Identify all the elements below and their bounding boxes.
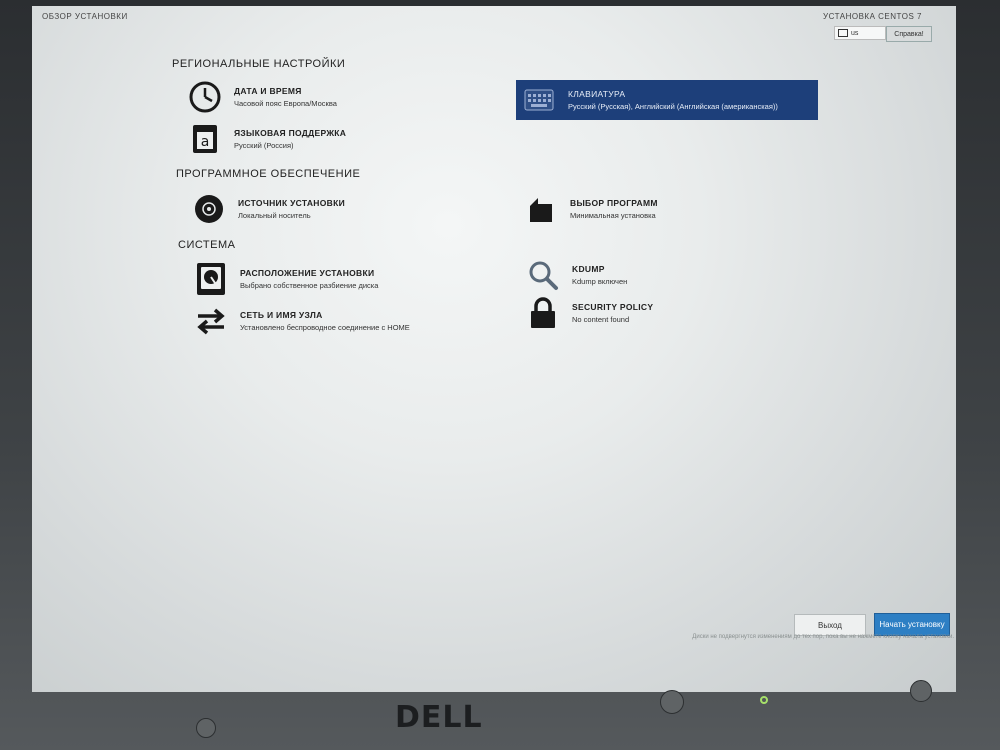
spoke-title: ИСТОЧНИК УСТАНОВКИ [238, 198, 345, 208]
product-title: УСТАНОВКА CENTOS 7 [823, 12, 922, 21]
help-button[interactable]: Справка! [886, 26, 932, 42]
page-title: ОБЗОР УСТАНОВКИ [42, 12, 128, 21]
dell-logo: DELL [395, 700, 483, 735]
keyboard-mini-icon [838, 29, 848, 37]
language-icon: a [188, 122, 222, 156]
lock-icon [526, 296, 560, 330]
bezel-button [196, 718, 216, 738]
spoke-network-hostname[interactable]: СЕТЬ И ИМЯ УЗЛА Установлено беспроводное… [194, 304, 410, 338]
spoke-status: Часовой пояс Европа/Москва [234, 99, 337, 108]
spoke-status: Kdump включен [572, 277, 628, 286]
spoke-status: Русский (Россия) [234, 141, 294, 150]
footer-note: Диски не подвергнутся изменениям до тех … [692, 634, 954, 640]
spoke-date-time[interactable]: ДАТА И ВРЕМЯ Часовой пояс Европа/Москва [188, 80, 337, 114]
bezel-button [660, 690, 684, 714]
spoke-kdump[interactable]: KDUMP Kdump включен [526, 258, 627, 292]
spoke-status: No content found [572, 315, 630, 324]
spoke-title: ЯЗЫКОВАЯ ПОДДЕРЖКА [234, 128, 347, 138]
svg-text:a: a [201, 134, 210, 150]
spoke-keyboard[interactable]: КЛАВИАТУРА Русский (Русская), Английский… [516, 80, 818, 120]
spoke-language-support[interactable]: a ЯЗЫКОВАЯ ПОДДЕРЖКА Русский (Россия) [188, 122, 346, 156]
spoke-installation-destination[interactable]: РАСПОЛОЖЕНИЕ УСТАНОВКИ Выбрано собственн… [194, 262, 378, 296]
keyboard-icon [522, 83, 556, 117]
spoke-status: Установлено беспроводное соединение с HO… [240, 323, 410, 332]
keyboard-layout-label: us [851, 29, 859, 37]
clock-icon [188, 80, 222, 114]
harddisk-icon [194, 262, 228, 296]
spoke-status: Выбрано собственное разбиение диска [240, 281, 379, 290]
spoke-title: РАСПОЛОЖЕНИЕ УСТАНОВКИ [240, 268, 375, 278]
network-arrows-icon [194, 304, 228, 338]
magnifier-icon [526, 258, 560, 292]
spoke-title: ДАТА И ВРЕМЯ [234, 86, 302, 96]
exit-button[interactable]: Выход [794, 614, 866, 636]
spoke-title: КЛАВИАТУРА [568, 89, 626, 99]
spoke-title: СЕТЬ И ИМЯ УЗЛА [240, 310, 323, 320]
section-title-system: СИСТЕМА [178, 239, 236, 251]
section-title-software: ПРОГРАММНОЕ ОБЕСПЕЧЕНИЕ [176, 168, 361, 180]
bezel-button [910, 680, 932, 702]
power-led-icon [760, 696, 768, 704]
spoke-installation-source[interactable]: ИСТОЧНИК УСТАНОВКИ Локальный носитель [192, 192, 345, 226]
installer-screen: ОБЗОР УСТАНОВКИ УСТАНОВКА CENTOS 7 us Сп… [32, 6, 956, 692]
spoke-status: Минимальная установка [570, 211, 656, 220]
disc-icon [192, 192, 226, 226]
spoke-status: Русский (Русская), Английский (Английска… [568, 102, 778, 111]
section-title-localization: РЕГИОНАЛЬНЫЕ НАСТРОЙКИ [172, 58, 346, 70]
keyboard-layout-indicator[interactable]: us [834, 26, 886, 40]
spoke-title: SECURITY POLICY [572, 302, 654, 312]
package-icon [524, 192, 558, 226]
spoke-title: KDUMP [572, 264, 605, 274]
spoke-status: Локальный носитель [238, 211, 311, 220]
spoke-security-policy[interactable]: SECURITY POLICY No content found [526, 296, 653, 330]
begin-installation-button[interactable]: Начать установку [874, 613, 950, 636]
spoke-title: ВЫБОР ПРОГРАММ [570, 198, 658, 208]
spoke-software-selection[interactable]: ВЫБОР ПРОГРАММ Минимальная установка [524, 192, 658, 226]
